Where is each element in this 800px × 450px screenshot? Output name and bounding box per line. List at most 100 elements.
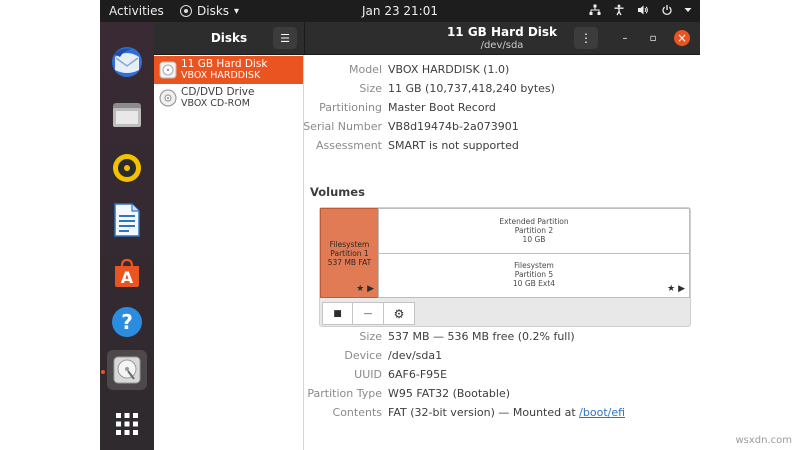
info-value: /dev/sda1 — [388, 349, 443, 362]
dock: A ? — [100, 22, 154, 450]
header-bar: Disks ☰ 11 GB Hard Disk /dev/sda ⋮ – ▫ × — [154, 22, 700, 55]
hamburger-icon: ☰ — [280, 31, 290, 45]
partition-options-button[interactable]: ⚙ — [384, 302, 415, 325]
minimize-button[interactable]: – — [617, 30, 633, 46]
drive-subtitle: /dev/sda — [480, 40, 524, 51]
dock-files[interactable] — [107, 95, 147, 135]
info-label: Serial Number — [303, 120, 382, 133]
help-icon: ? — [112, 307, 142, 337]
dock-thunderbird[interactable] — [107, 42, 147, 82]
volume-row-size: Size 537 MB — 536 MB free (0.2% full) — [304, 330, 700, 348]
desktop-screen: Activities Disks ▾ Jan 23 21:01 A ? Disk… — [100, 0, 700, 450]
watermark: wsxdn.com — [735, 435, 792, 446]
info-label: Contents — [332, 406, 382, 419]
info-row-size: Size 11 GB (10,737,418,240 bytes) — [304, 82, 700, 100]
close-button[interactable]: × — [674, 30, 690, 46]
minimize-icon: – — [622, 32, 628, 44]
chevron-down-icon[interactable] — [684, 3, 692, 17]
info-value: 537 MB — 536 MB free (0.2% full) — [388, 330, 575, 343]
mount-point-link[interactable]: /boot/efi — [579, 406, 625, 419]
drive-item-hard-disk[interactable]: 11 GB Hard Disk VBOX HARDDISK — [154, 56, 303, 84]
close-icon: × — [676, 31, 688, 45]
partition-2-extended[interactable]: Extended Partition Partition 2 10 GB — [378, 208, 690, 254]
drive-options-button[interactable]: ⋮ — [574, 27, 598, 49]
svg-text:A: A — [121, 268, 134, 287]
maximize-button[interactable]: ▫ — [645, 30, 661, 46]
volume-row-contents: Contents FAT (32-bit version) — Mounted … — [304, 406, 700, 424]
top-bar: Activities Disks ▾ Jan 23 21:01 — [100, 0, 700, 22]
info-label: Device — [344, 349, 382, 362]
star-play-icon: ★ ▶ — [356, 284, 374, 294]
svg-text:?: ? — [121, 310, 133, 334]
partition-5[interactable]: Filesystem Partition 5 10 GB Ext4 ★ ▶ — [378, 253, 690, 298]
info-label: Model — [348, 63, 382, 76]
drive-item-cd-dvd[interactable]: CD/DVD Drive VBOX CD-ROM — [154, 84, 303, 112]
partition-label: 537 MB FAT — [327, 258, 372, 267]
dock-help[interactable]: ? — [107, 302, 147, 342]
volume-row-device: Device /dev/sda1 — [304, 349, 700, 367]
info-value: 6AF6-F95E — [388, 368, 448, 381]
info-value: VB8d19474b-2a073901 — [388, 120, 519, 133]
info-label: Size — [359, 330, 382, 343]
drive-model: VBOX HARDDISK — [181, 70, 261, 81]
network-icon[interactable] — [588, 3, 602, 17]
info-label: Size — [359, 82, 382, 95]
more-vertical-icon: ⋮ — [580, 31, 592, 45]
partition-label: Partition 5 — [514, 270, 554, 279]
show-apps-icon — [116, 413, 138, 435]
files-icon — [113, 103, 141, 127]
drive-name: CD/DVD Drive — [181, 85, 255, 98]
volume-toolbar: ■ — ⚙ — [322, 302, 415, 325]
partition-label: Filesystem — [329, 240, 370, 249]
system-tray[interactable] — [588, 3, 692, 17]
info-value: Master Boot Record — [388, 101, 496, 114]
drive-item-text: 11 GB Hard Disk VBOX HARDDISK — [181, 57, 268, 82]
info-row-assessment: Assessment SMART is not supported — [304, 139, 700, 157]
info-label: Assessment — [316, 139, 382, 152]
info-value: W95 FAT32 (Bootable) — [388, 387, 511, 400]
disks-window: Disks ☰ 11 GB Hard Disk /dev/sda ⋮ – ▫ × — [154, 22, 700, 450]
dock-disks[interactable] — [107, 350, 147, 390]
minus-icon: — — [363, 308, 373, 319]
partition-map: Filesystem Partition 1 537 MB FAT ★ ▶ Ex… — [320, 208, 690, 298]
window-title: 11 GB Hard Disk /dev/sda — [439, 25, 565, 51]
disks-icon — [113, 356, 141, 384]
partition-label: Partition 1 — [330, 249, 369, 258]
partition-label: Extended Partition — [499, 217, 569, 226]
power-icon[interactable] — [660, 3, 674, 17]
volume-icon[interactable] — [636, 3, 650, 17]
drive-list: 11 GB Hard Disk VBOX HARDDISK CD/DVD Dri… — [154, 55, 304, 450]
info-value: VBOX HARDDISK (1.0) — [388, 63, 510, 76]
volume-row-partition-type: Partition Type W95 FAT32 (Bootable) — [304, 387, 700, 405]
info-label: UUID — [354, 368, 382, 381]
right-margin — [700, 0, 800, 450]
info-value: 11 GB (10,737,418,240 bytes) — [388, 82, 555, 95]
info-row-partitioning: Partitioning Master Boot Record — [304, 101, 700, 119]
dock-writer[interactable] — [107, 200, 147, 240]
drive-name: 11 GB Hard Disk — [181, 57, 268, 70]
unmount-button[interactable]: ■ — [322, 302, 353, 325]
drive-item-text: CD/DVD Drive VBOX CD-ROM — [181, 85, 255, 110]
partition-1[interactable]: Filesystem Partition 1 537 MB FAT ★ ▶ — [320, 208, 379, 298]
accessibility-icon[interactable] — [612, 3, 626, 17]
stop-icon: ■ — [333, 308, 342, 319]
info-label: Partitioning — [319, 101, 382, 114]
info-value: FAT (32-bit version) — Mounted at /boot/… — [388, 406, 625, 419]
partition-label: Partition 2 — [514, 226, 554, 235]
dock-show-apps[interactable] — [107, 404, 147, 444]
app-menu-button[interactable]: ☰ — [273, 27, 297, 49]
contents-text: FAT (32-bit version) — Mounted at — [388, 406, 580, 419]
partition-label: Filesystem — [514, 261, 554, 270]
header-separator — [304, 22, 305, 55]
delete-partition-button[interactable]: — — [353, 302, 384, 325]
drive-details: Model VBOX HARDDISK (1.0) Size 11 GB (10… — [303, 55, 700, 450]
libreoffice-writer-icon — [114, 203, 140, 237]
dock-software[interactable]: A — [107, 253, 147, 293]
hard-disk-icon — [159, 61, 177, 79]
dock-rhythmbox[interactable] — [107, 148, 147, 188]
partition-label: 10 GB — [522, 235, 546, 244]
volumes-heading: Volumes — [310, 185, 365, 199]
thunderbird-icon — [112, 47, 142, 77]
info-label: Partition Type — [307, 387, 382, 400]
partition-label: 10 GB Ext4 — [512, 279, 556, 288]
